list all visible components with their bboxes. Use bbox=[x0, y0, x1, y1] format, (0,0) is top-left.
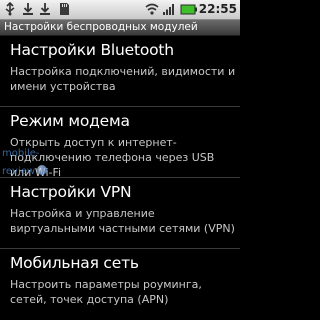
list-item-summary: Настройка и управление виртуальными част… bbox=[10, 207, 235, 235]
list-item-bluetooth-settings[interactable]: Настройки Bluetooth Настройка подключени… bbox=[0, 36, 240, 107]
list-item-summary: Настройка подключений, видимости и имени… bbox=[10, 65, 236, 93]
list-item-summary: Настроить параметры роуминга, сетей, точ… bbox=[10, 278, 202, 306]
list-item-title: Настройки Bluetooth bbox=[10, 41, 174, 59]
list-item-mobile-network[interactable]: Мобильная сеть Настроить параметры роуми… bbox=[0, 249, 240, 319]
watermark-logo-icon bbox=[37, 165, 48, 175]
signal-icon bbox=[162, 2, 176, 16]
download-icon bbox=[21, 2, 35, 16]
usb-icon bbox=[3, 2, 17, 16]
list-item-vpn-settings[interactable]: Настройки VPN Настройка и управление вир… bbox=[0, 178, 240, 249]
page-title: Настройки беспроводных модулей bbox=[4, 21, 198, 33]
page-title-bar: Настройки беспроводных модулей bbox=[0, 20, 240, 36]
list-item-title: Мобильная сеть bbox=[10, 254, 139, 272]
wifi-icon bbox=[145, 2, 159, 16]
battery-icon bbox=[180, 2, 198, 16]
list-item-title: Режим модема bbox=[10, 112, 130, 130]
status-clock: 22:55 bbox=[198, 2, 237, 16]
watermark-text: mobile-review bbox=[2, 148, 40, 177]
status-bar: 22:55 bbox=[0, 0, 240, 20]
list-item-title: Настройки VPN bbox=[10, 183, 132, 201]
download-icon bbox=[38, 2, 52, 16]
watermark: mobile-review bbox=[2, 145, 68, 177]
sd-card-icon bbox=[57, 2, 71, 16]
